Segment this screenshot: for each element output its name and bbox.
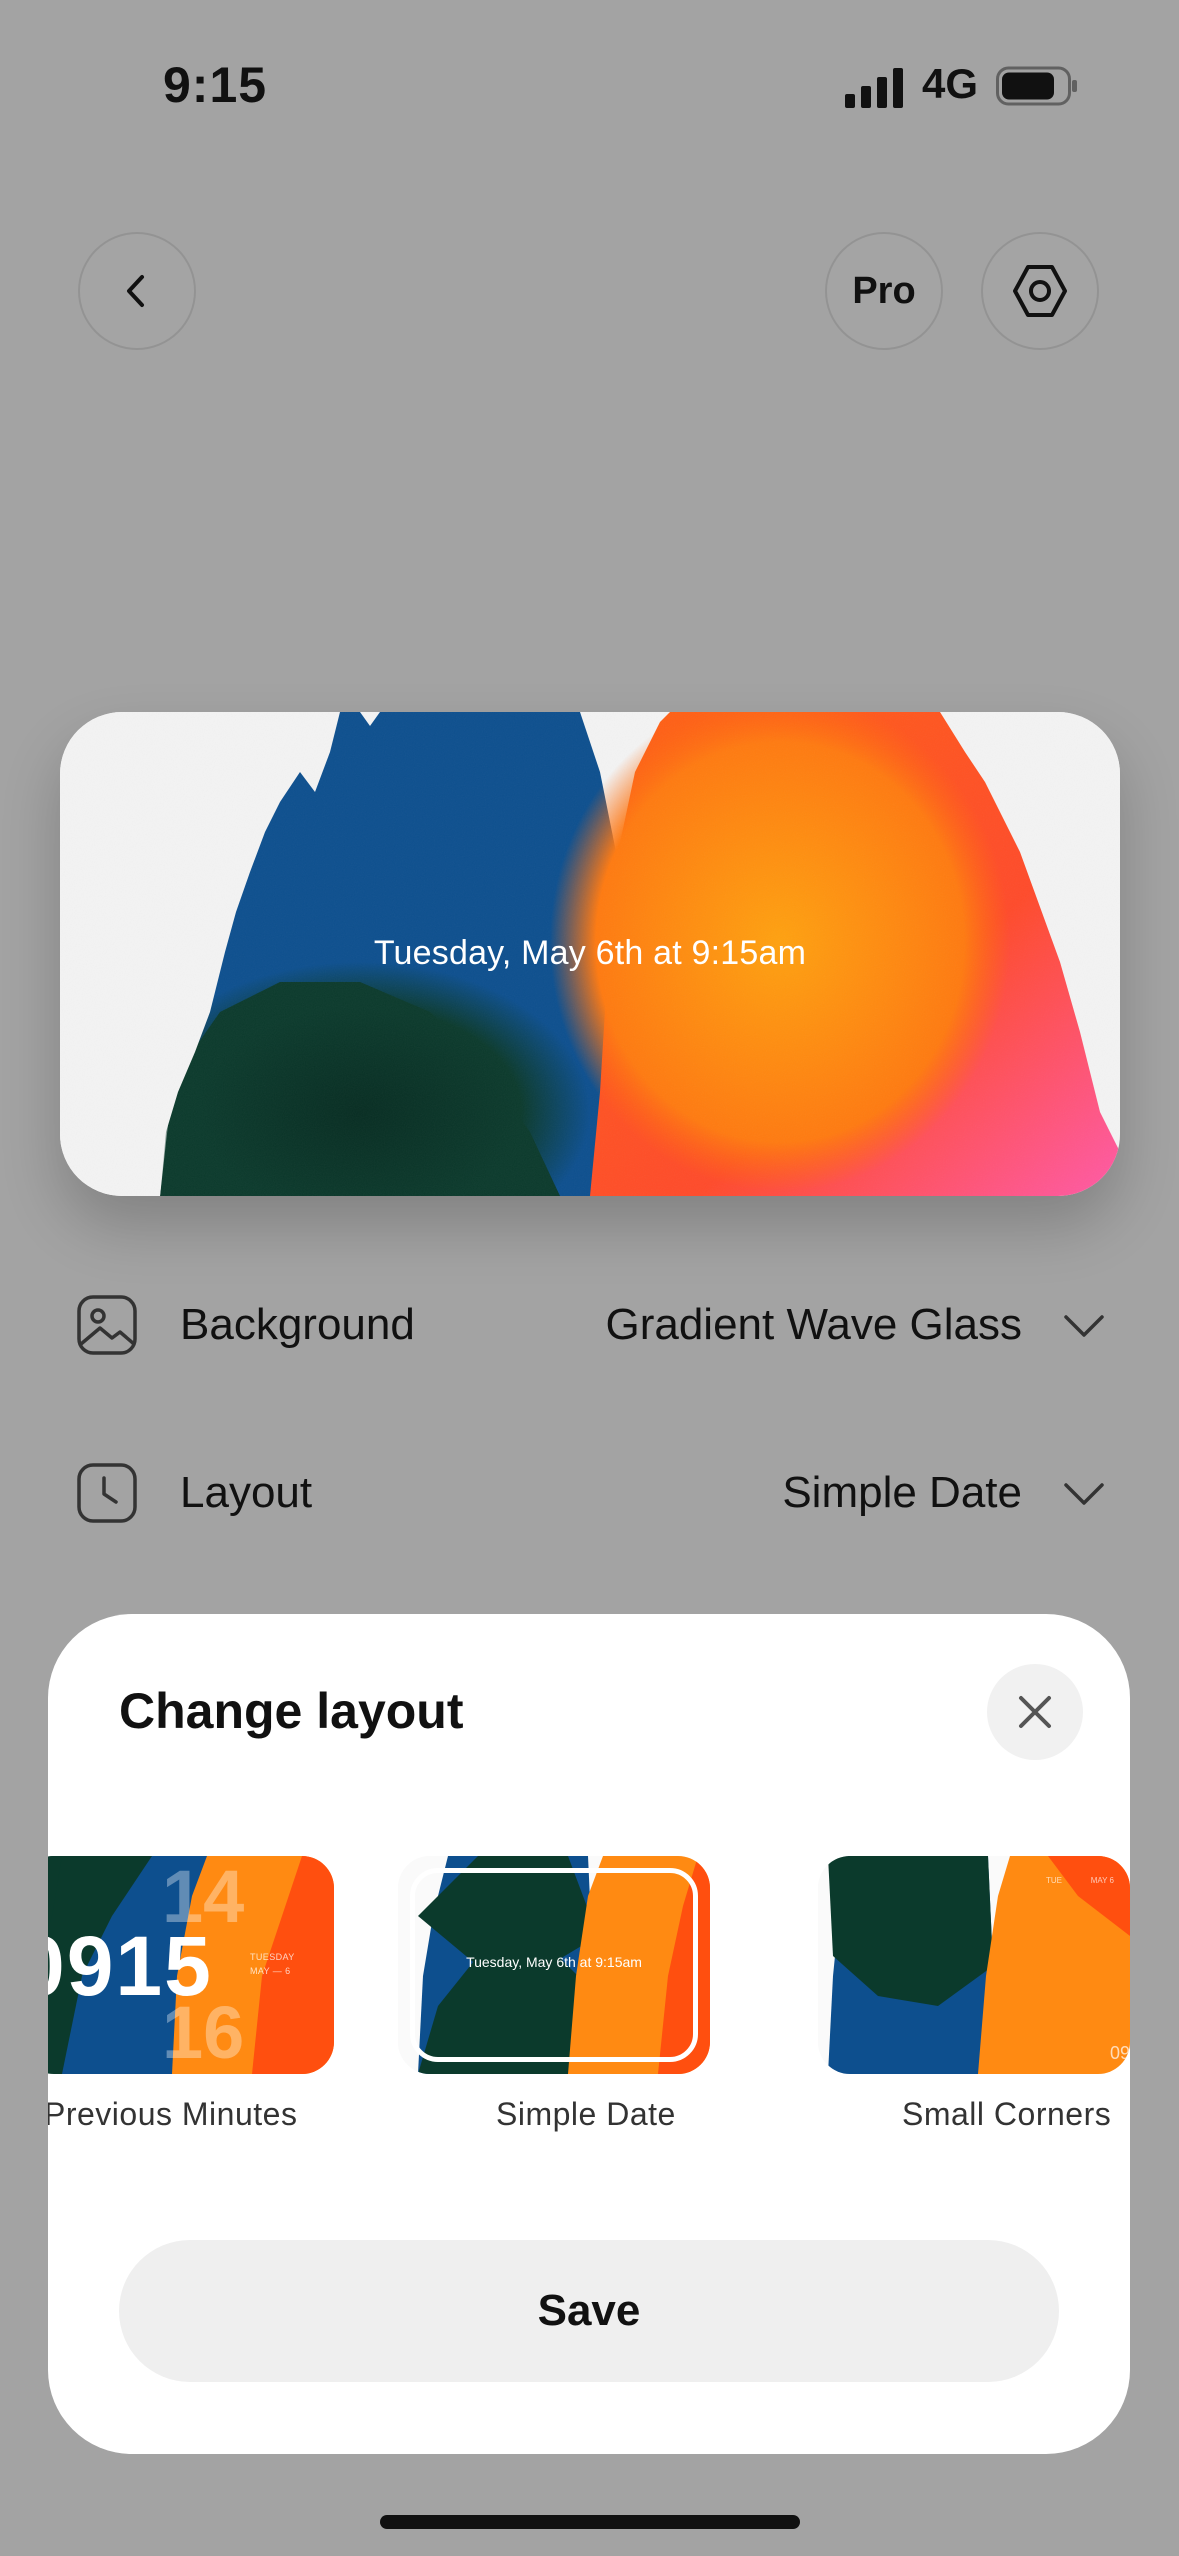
back-button[interactable] xyxy=(78,232,196,350)
thumbnail-time: 0915 xyxy=(48,1919,213,2013)
layout-row[interactable]: Layout Simple Date xyxy=(76,1448,1106,1538)
save-button[interactable]: Save xyxy=(119,2240,1059,2382)
corner-date: MAY 6 xyxy=(1090,1876,1114,1885)
chevron-left-icon xyxy=(127,275,144,307)
chevron-down-icon xyxy=(1064,1315,1104,1337)
preview-date-text: Tuesday, May 6th at 9:15am xyxy=(373,934,807,972)
corner-day: TUE xyxy=(1046,1876,1062,1885)
background-value: Gradient Wave Glass xyxy=(605,1300,1022,1349)
change-layout-sheet: Change layout 14 16 0915 TUESDAY MAY — 6… xyxy=(48,1614,1130,2454)
wallpaper-preview[interactable]: Tuesday, May 6th at 9:15am xyxy=(60,712,1120,1196)
background-row[interactable]: Background Gradient Wave Glass xyxy=(76,1280,1106,1370)
status-time: 9:15 xyxy=(163,57,268,113)
close-button[interactable] xyxy=(987,1664,1083,1760)
layout-option-previous-minutes[interactable]: 14 16 0915 TUESDAY MAY — 6 xyxy=(48,1856,334,2074)
close-icon xyxy=(1019,1696,1051,1728)
hexagon-settings-icon xyxy=(1013,265,1067,317)
background-label: Background xyxy=(180,1300,415,1349)
thumbnail-date: MAY — 6 xyxy=(250,1966,291,1976)
clock-icon xyxy=(77,1463,137,1523)
layout-option-label: Small Corners xyxy=(902,2096,1112,2132)
pro-button[interactable]: Pro xyxy=(825,232,943,350)
chevron-down-icon xyxy=(1064,1483,1104,1505)
signal-icon xyxy=(845,68,903,108)
thumbnail-date-text: Tuesday, May 6th at 9:15am xyxy=(466,1954,642,1970)
battery-icon xyxy=(996,66,1077,106)
home-indicator[interactable] xyxy=(380,2515,800,2529)
settings-button[interactable] xyxy=(981,232,1099,350)
pro-label: Pro xyxy=(852,269,916,312)
network-type: 4G xyxy=(922,60,979,107)
layout-option-simple-date[interactable]: Tuesday, May 6th at 9:15am xyxy=(398,1856,710,2074)
layout-option-label: Simple Date xyxy=(496,2096,676,2132)
thumbnail-day: TUESDAY xyxy=(250,1952,295,1962)
image-icon xyxy=(77,1295,137,1355)
sheet-title: Change layout xyxy=(119,1683,464,1739)
layout-option-label: Previous Minutes xyxy=(48,2096,298,2132)
layout-option-small-corners[interactable]: TUE MAY 6 09 xyxy=(818,1856,1130,2074)
corner-time: 09 xyxy=(1109,2043,1130,2063)
thumbnail-artwork xyxy=(818,1856,1130,2074)
layout-value: Simple Date xyxy=(782,1468,1022,1517)
layout-label: Layout xyxy=(180,1468,313,1517)
